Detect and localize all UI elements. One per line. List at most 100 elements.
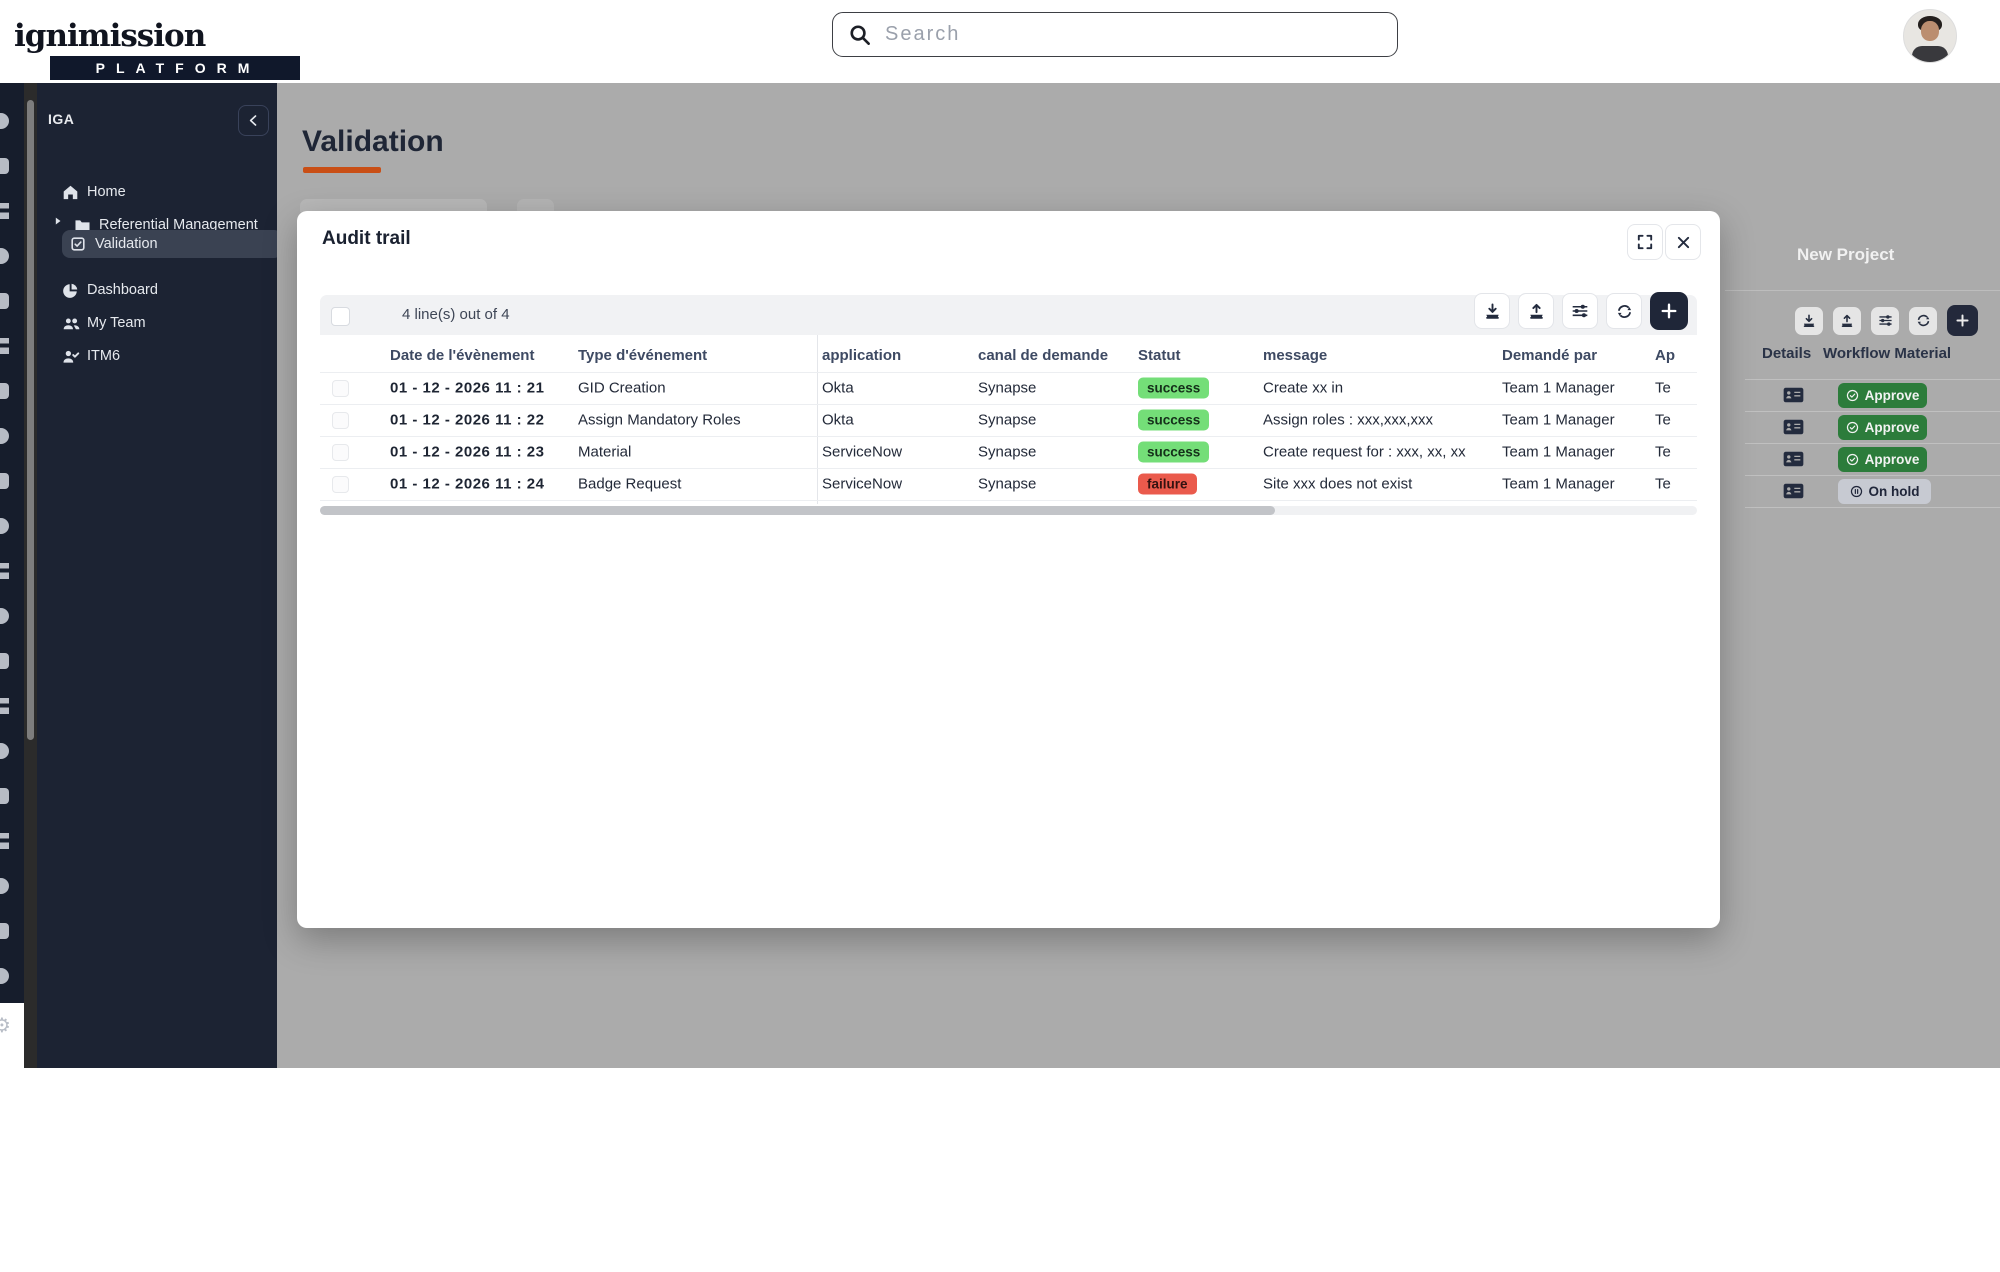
add-button[interactable] xyxy=(1650,292,1688,330)
global-search[interactable] xyxy=(832,12,1398,57)
rail-module-icon[interactable] xyxy=(0,248,9,264)
upload-button[interactable] xyxy=(1833,307,1861,335)
cell-demande-par: Team 1 Manager xyxy=(1502,380,1615,397)
column-header-date[interactable]: Date de l'évènement xyxy=(390,347,534,364)
row-checkbox[interactable] xyxy=(332,412,349,429)
on-hold-button-label: On hold xyxy=(1869,484,1920,499)
rail-module-icon[interactable] xyxy=(0,383,9,399)
details-id-card-icon[interactable] xyxy=(1783,483,1804,499)
modal-toolbar: 4 line(s) out of 4 xyxy=(320,295,1697,335)
cell-message: Create xx in xyxy=(1263,380,1343,397)
column-header-approuve-par-clipped[interactable]: Ap xyxy=(1655,347,1675,364)
column-header-demande-par[interactable]: Demandé par xyxy=(1502,347,1597,364)
column-header-message[interactable]: message xyxy=(1263,347,1327,364)
details-id-card-icon[interactable] xyxy=(1783,451,1804,467)
row-checkbox[interactable] xyxy=(332,444,349,461)
download-button[interactable] xyxy=(1474,293,1510,329)
rail-module-icon[interactable] xyxy=(0,788,9,804)
refresh-button[interactable] xyxy=(1606,293,1642,329)
sidebar-collapse-button[interactable] xyxy=(238,105,269,136)
details-id-card-icon[interactable] xyxy=(1783,387,1804,403)
column-header-statut[interactable]: Statut xyxy=(1138,347,1181,364)
rail-module-icon[interactable] xyxy=(0,653,9,669)
rail-module-icon[interactable] xyxy=(0,563,9,579)
caret-right-icon[interactable] xyxy=(53,216,63,226)
column-header-application[interactable]: application xyxy=(822,347,901,364)
sidebar: IGA Home Referential Management xyxy=(37,83,277,1068)
table-row[interactable]: 01 - 12 - 2026 11 : 21 GID Creation Okta… xyxy=(320,372,1697,404)
background-row-divider xyxy=(1745,379,2000,380)
cell-date: 01 - 12 - 2026 11 : 22 xyxy=(390,412,544,429)
details-id-card-icon[interactable] xyxy=(1783,419,1804,435)
rail-module-icon[interactable] xyxy=(0,113,9,129)
rail-module-icon[interactable] xyxy=(0,203,9,219)
new-project-button[interactable]: New Project xyxy=(1797,245,1894,265)
sidebar-section-label: IGA xyxy=(48,111,74,127)
cell-type: Assign Mandatory Roles xyxy=(578,412,741,429)
column-header-type[interactable]: Type d'événement xyxy=(578,347,707,364)
rail-module-icon[interactable] xyxy=(0,518,9,534)
background-row-divider xyxy=(1745,475,2000,476)
rail-module-icon[interactable] xyxy=(0,428,9,444)
table-row[interactable]: 01 - 12 - 2026 11 : 24 Badge Request Ser… xyxy=(320,468,1697,500)
sidebar-item-home[interactable]: Home xyxy=(62,178,272,206)
rail-module-icon[interactable] xyxy=(0,923,9,939)
on-hold-button[interactable]: On hold xyxy=(1838,479,1931,504)
close-modal-button[interactable] xyxy=(1665,224,1701,260)
pause-circle-icon xyxy=(1850,485,1863,498)
sidebar-item-dashboard[interactable]: Dashboard xyxy=(62,276,272,304)
rail-module-icon[interactable] xyxy=(0,833,9,849)
cell-type: Badge Request xyxy=(578,476,681,493)
background-column-workflow-material: Workflow Material xyxy=(1823,345,1951,362)
approve-button[interactable]: Approve xyxy=(1838,383,1927,408)
expand-modal-button[interactable] xyxy=(1627,224,1663,260)
row-checkbox[interactable] xyxy=(332,476,349,493)
rail-scrollbar-thumb[interactable] xyxy=(27,100,34,740)
rail-module-icon[interactable] xyxy=(0,293,9,309)
search-input[interactable] xyxy=(883,22,1381,47)
rail-scrollbar[interactable] xyxy=(24,83,37,1068)
cell-message: Site xxx does not exist xyxy=(1263,476,1412,493)
fullscreen-icon xyxy=(1637,234,1653,250)
top-header: ignimission PLATFORM xyxy=(0,0,2000,83)
cell-approuve-par-clipped: Te xyxy=(1655,444,1671,461)
table-row[interactable]: 01 - 12 - 2026 11 : 22 Assign Mandatory … xyxy=(320,404,1697,436)
rail-module-icon[interactable] xyxy=(0,338,9,354)
cell-date: 01 - 12 - 2026 11 : 24 xyxy=(390,476,544,493)
rail-module-icon[interactable] xyxy=(0,608,9,624)
settings-gear-icon[interactable]: ⚙ xyxy=(0,1013,11,1037)
filter-button[interactable] xyxy=(1871,307,1899,335)
rail-module-icon[interactable] xyxy=(0,158,9,174)
approve-button[interactable]: Approve xyxy=(1838,415,1927,440)
approve-button[interactable]: Approve xyxy=(1838,447,1927,472)
rail-module-icon[interactable] xyxy=(0,743,9,759)
check-circle-icon xyxy=(1846,421,1859,434)
sidebar-item-validation[interactable]: Validation xyxy=(62,230,282,258)
filter-button[interactable] xyxy=(1562,293,1598,329)
row-checkbox[interactable] xyxy=(332,380,349,397)
upload-button[interactable] xyxy=(1518,293,1554,329)
user-avatar[interactable] xyxy=(1903,9,1957,63)
table-row[interactable]: 01 - 12 - 2026 11 : 23 Material ServiceN… xyxy=(320,436,1697,468)
add-button[interactable] xyxy=(1947,305,1978,336)
module-icon-rail xyxy=(0,83,24,1003)
sidebar-item-itm6[interactable]: ITM6 xyxy=(62,342,272,370)
rail-module-icon[interactable] xyxy=(0,698,9,714)
download-button[interactable] xyxy=(1795,307,1823,335)
sidebar-item-my-team[interactable]: My Team xyxy=(62,309,272,337)
rail-module-icon[interactable] xyxy=(0,473,9,489)
select-all-checkbox[interactable] xyxy=(331,307,350,326)
rail-module-icon[interactable] xyxy=(0,878,9,894)
refresh-button[interactable] xyxy=(1909,307,1937,335)
cell-canal: Synapse xyxy=(978,412,1036,429)
horizontal-scrollbar-thumb[interactable] xyxy=(320,506,1275,515)
cell-date: 01 - 12 - 2026 11 : 23 xyxy=(390,444,544,461)
cell-application: ServiceNow xyxy=(822,444,902,461)
table-divider xyxy=(320,500,1697,501)
horizontal-scrollbar[interactable] xyxy=(320,506,1697,515)
rail-module-icon[interactable] xyxy=(0,968,9,984)
status-badge: success xyxy=(1138,442,1209,463)
background-divider xyxy=(1725,290,2000,291)
column-header-canal[interactable]: canal de demande xyxy=(978,347,1108,364)
search-icon xyxy=(849,24,871,46)
